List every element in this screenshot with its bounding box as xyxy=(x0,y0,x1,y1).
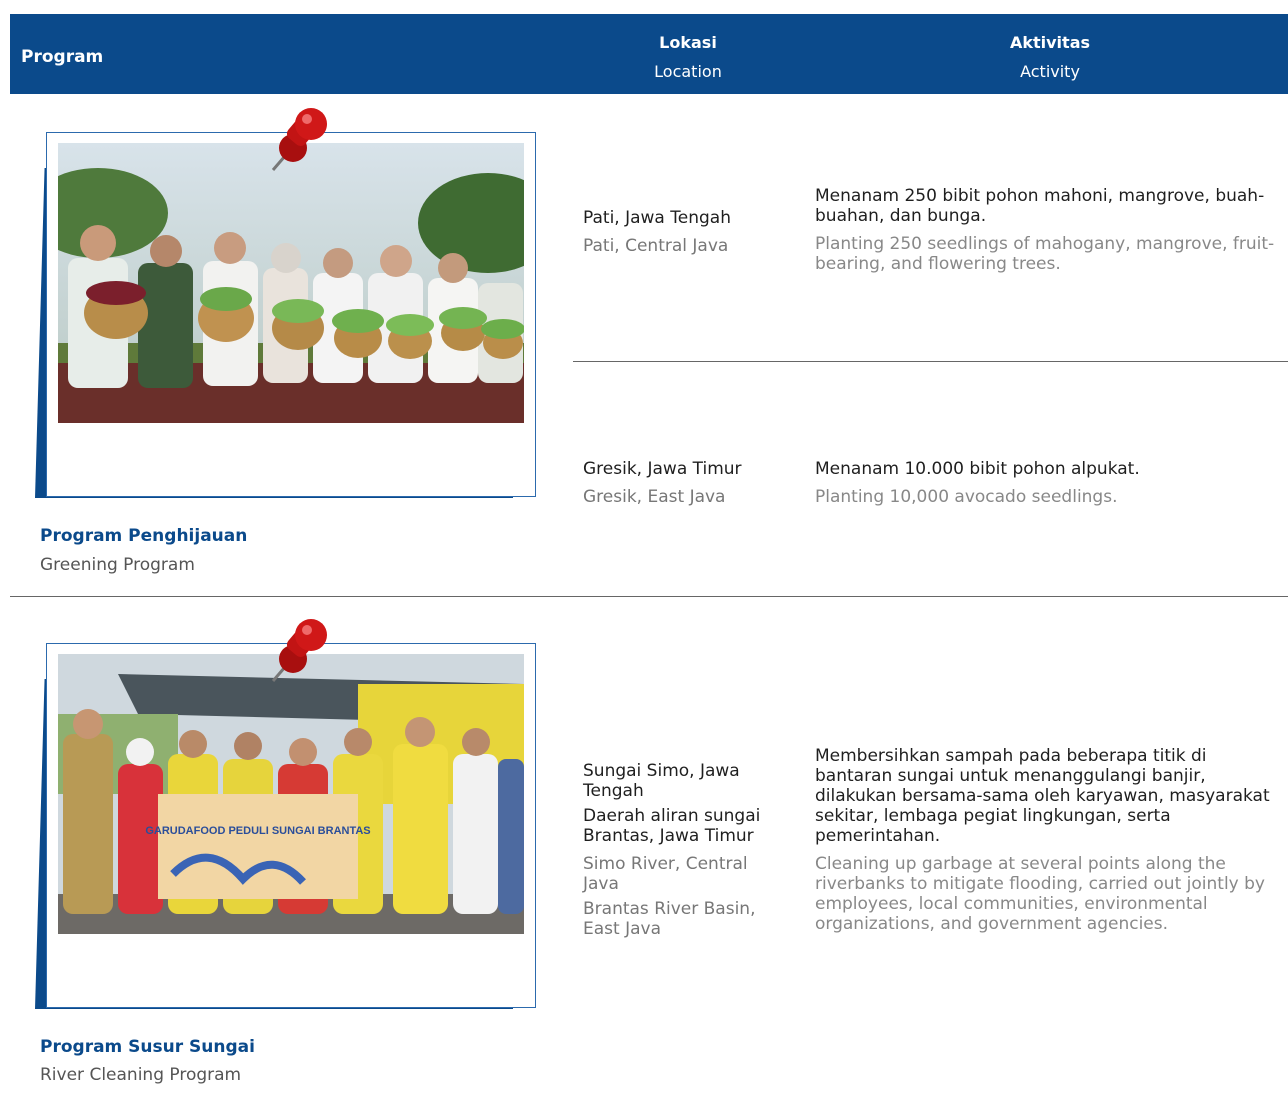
row-divider xyxy=(573,361,1288,362)
location-id: Pati, Jawa Tengah xyxy=(583,208,731,228)
river-cleaning-photo: GARUDAFOOD PEDULI SUNGAI BRANTAS xyxy=(58,654,524,934)
location-id: Gresik, Jawa Timur xyxy=(583,459,742,479)
location-id: Sungai Simo, Jawa Tengah xyxy=(583,761,740,801)
activity-en: Planting 250 seedlings of mahogany, mang… xyxy=(815,234,1275,274)
pushpin-icon xyxy=(271,619,327,682)
location-cell: Sungai Simo, Jawa Tengah Daerah aliran s… xyxy=(583,761,788,939)
header-location: Lokasi Location xyxy=(620,33,756,82)
program-title: Program Susur Sungai xyxy=(40,1037,255,1057)
header-activity-en: Activity xyxy=(1020,62,1080,81)
header-location-id: Lokasi xyxy=(659,33,717,52)
program-photo-frame xyxy=(35,108,536,532)
location-en: Gresik, East Java xyxy=(583,487,726,507)
photo-card: GARUDAFOOD PEDULI SUNGAI BRANTAS xyxy=(46,643,536,1008)
program-subtitle: River Cleaning Program xyxy=(40,1065,242,1085)
location-id: Daerah aliran sungai Brantas, Jawa Timur xyxy=(583,806,761,846)
activity-en: Cleaning up garbage at several points al… xyxy=(815,854,1265,934)
location-cell: Pati, Jawa Tengah Pati, Central Java xyxy=(583,208,793,256)
activity-id: Menanam 10.000 bibit pohon alpukat. xyxy=(815,459,1140,479)
header-program: Program xyxy=(21,47,104,67)
pushpin-icon xyxy=(271,108,327,171)
activity-en: Planting 10,000 avocado seedlings. xyxy=(815,487,1118,507)
program-title: Program Penghijauan xyxy=(40,526,248,546)
location-cell: Gresik, Jawa Timur Gresik, East Java xyxy=(583,459,793,507)
location-en: Brantas River Basin, East Java xyxy=(583,899,756,939)
activity-id: Membersihkan sampah pada beberapa titik … xyxy=(815,746,1270,846)
location-en: Pati, Central Java xyxy=(583,236,729,256)
table-header: Program Lokasi Location Aktivitas Activi… xyxy=(10,14,1288,94)
activity-cell: Menanam 250 bibit pohon mahoni, mangrove… xyxy=(815,186,1285,274)
banner-text: GARUDAFOOD PEDULI SUNGAI BRANTAS xyxy=(145,825,370,837)
activity-id: Menanam 250 bibit pohon mahoni, mangrove… xyxy=(815,186,1265,226)
location-en: Simo River, Central Java xyxy=(583,854,748,894)
greening-photo xyxy=(58,143,524,423)
program-subtitle: Greening Program xyxy=(40,555,195,575)
photo-card xyxy=(46,132,536,497)
header-activity: Aktivitas Activity xyxy=(980,33,1120,82)
header-activity-id: Aktivitas xyxy=(1009,33,1091,52)
program-photo-frame: GARUDAFOOD PEDULI SUNGAI BRANTAS xyxy=(35,619,536,1043)
header-location-en: Location xyxy=(654,62,722,81)
activity-cell: Menanam 10.000 bibit pohon alpukat. Plan… xyxy=(815,459,1285,507)
section-divider xyxy=(10,596,1288,597)
activity-cell: Membersihkan sampah pada beberapa titik … xyxy=(815,746,1285,934)
